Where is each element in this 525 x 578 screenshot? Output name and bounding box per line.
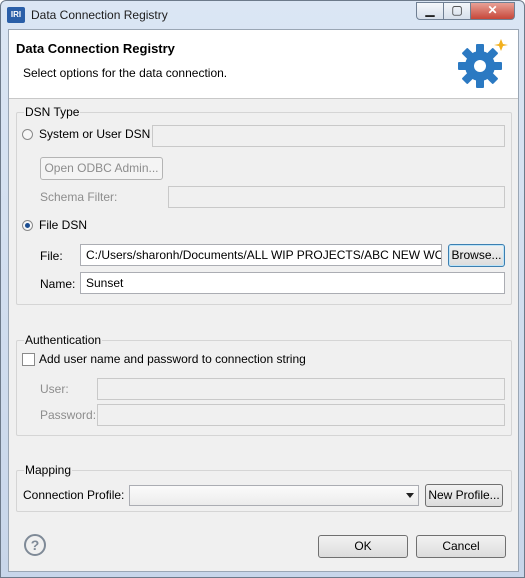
name-field[interactable]: Sunset: [80, 272, 505, 294]
header-banner: Data Connection Registry Select options …: [9, 30, 518, 99]
password-field[interactable]: [97, 404, 505, 426]
dialog-client: Data Connection Registry Select options …: [8, 29, 519, 572]
window-title: Data Connection Registry: [31, 8, 168, 22]
connection-profile-label: Connection Profile:: [23, 488, 125, 502]
mapping-label: Mapping: [24, 463, 73, 477]
user-label: User:: [40, 382, 69, 396]
maximize-button[interactable]: ▢: [443, 2, 471, 20]
system-dsn-label[interactable]: System or User DSN: [39, 127, 150, 141]
file-path-field[interactable]: C:/Users/sharonh/Documents/ALL WIP PROJE…: [80, 244, 442, 266]
cancel-button[interactable]: Cancel: [416, 535, 506, 558]
gear-icon: [458, 39, 508, 88]
ok-button[interactable]: OK: [318, 535, 408, 558]
user-field[interactable]: [97, 378, 505, 400]
dialog-window: IRI Data Connection Registry ▁ ▢ ✕ Data …: [0, 0, 525, 578]
system-dsn-field[interactable]: [152, 125, 505, 147]
new-profile-button[interactable]: New Profile...: [425, 484, 503, 507]
banner-subtitle: Select options for the data connection.: [23, 66, 228, 80]
password-label: Password:: [40, 408, 97, 422]
system-dsn-radio[interactable]: [22, 129, 33, 140]
banner-title: Data Connection Registry: [16, 41, 175, 56]
connection-profile-select[interactable]: [129, 485, 419, 506]
app-icon: IRI: [7, 7, 25, 23]
open-odbc-admin-button[interactable]: Open ODBC Admin...: [40, 157, 163, 180]
file-label: File:: [40, 249, 63, 263]
sparkle-icon: [494, 39, 508, 51]
schema-filter-field[interactable]: [168, 186, 505, 208]
close-button[interactable]: ✕: [470, 2, 515, 20]
add-credentials-checkbox[interactable]: [22, 353, 35, 366]
minimize-button[interactable]: ▁: [416, 2, 444, 20]
add-credentials-label[interactable]: Add user name and password to connection…: [39, 352, 306, 366]
help-icon[interactable]: ?: [24, 534, 46, 556]
dsn-type-label: DSN Type: [24, 105, 81, 119]
name-label: Name:: [40, 277, 76, 291]
authentication-label: Authentication: [24, 333, 103, 347]
chevron-down-icon: [406, 493, 414, 498]
schema-filter-label: Schema Filter:: [40, 190, 118, 204]
browse-button[interactable]: Browse...: [448, 244, 505, 267]
file-dsn-radio[interactable]: [22, 220, 33, 231]
title-bar[interactable]: IRI Data Connection Registry ▁ ▢ ✕: [1, 1, 524, 29]
file-dsn-label[interactable]: File DSN: [39, 218, 87, 232]
